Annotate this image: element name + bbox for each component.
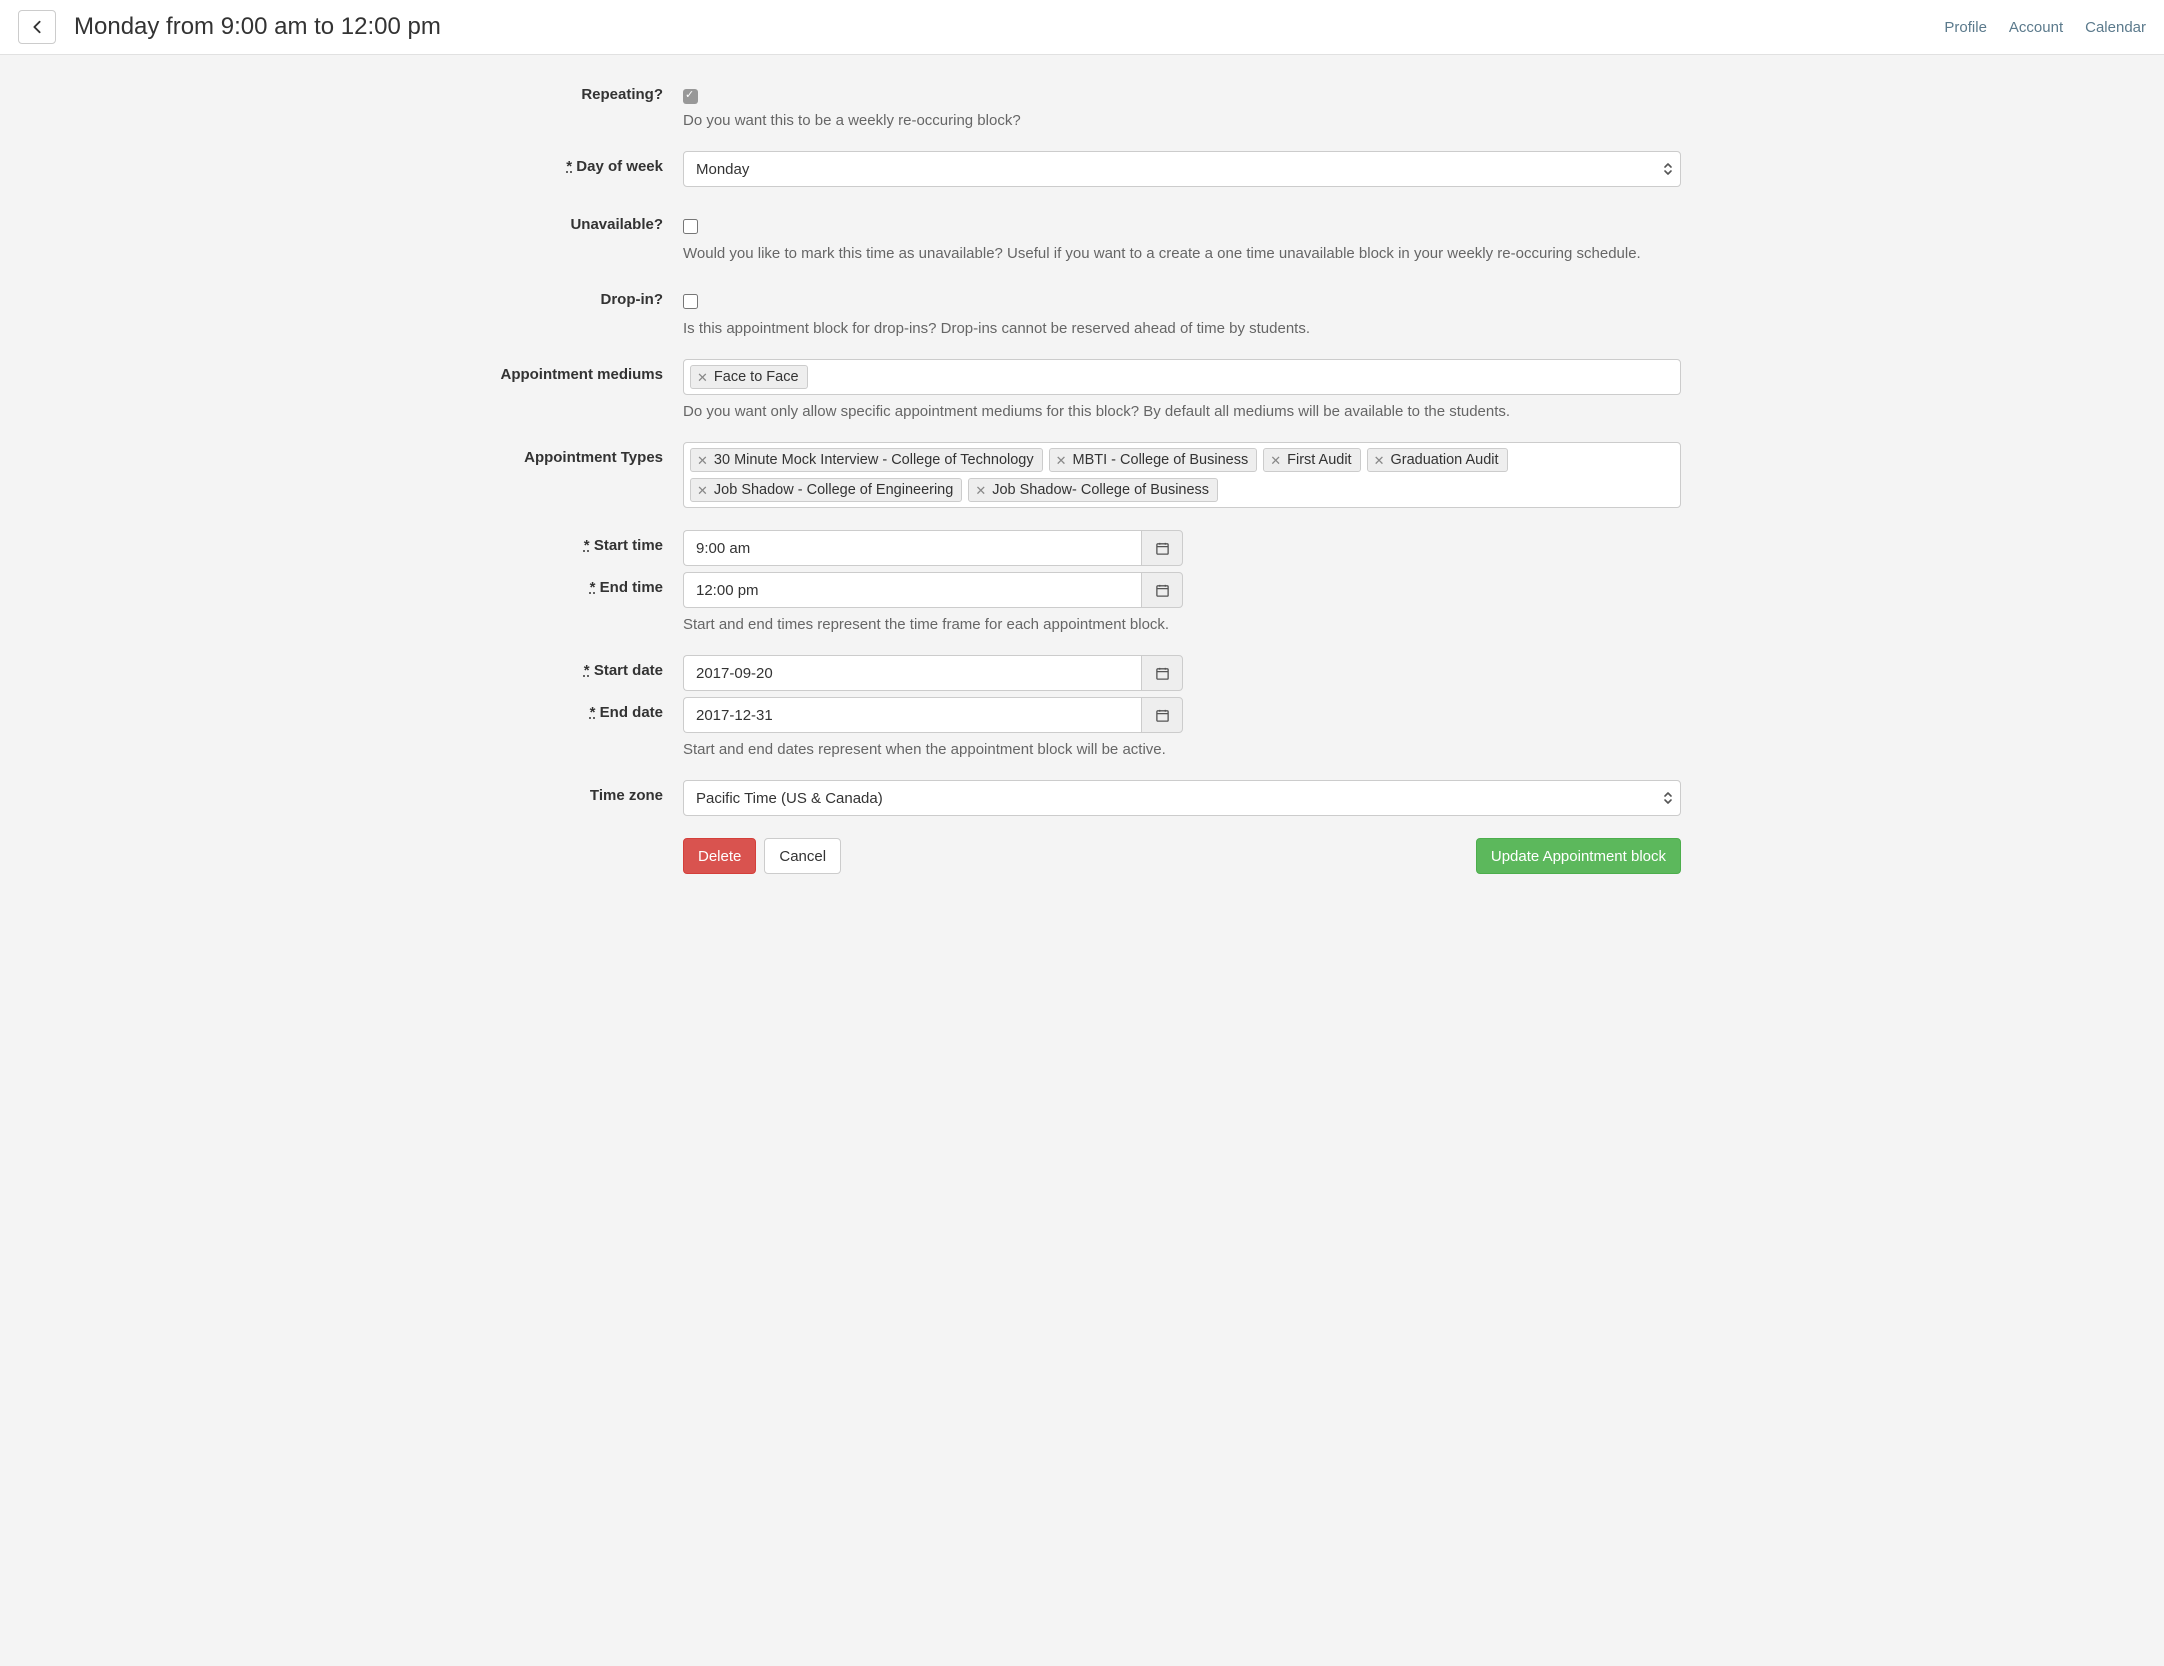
label-start-time: * Start time (483, 530, 683, 554)
tag-label: Job Shadow- College of Business (992, 482, 1209, 498)
tag-label: First Audit (1287, 452, 1351, 468)
delete-button[interactable]: Delete (683, 838, 756, 874)
help-mediums: Do you want only allow specific appointm… (683, 403, 1681, 420)
remove-tag-icon[interactable]: ✕ (975, 484, 986, 497)
tag: ✕ Graduation Audit (1367, 448, 1508, 472)
tag-label: MBTI - College of Business (1073, 452, 1249, 468)
start-time-input[interactable] (683, 530, 1141, 566)
nav-account[interactable]: Account (2009, 19, 2063, 36)
nav-calendar[interactable]: Calendar (2085, 19, 2146, 36)
unavailable-checkbox[interactable] (683, 219, 698, 234)
tag-label: Graduation Audit (1390, 452, 1498, 468)
label-unavailable: Unavailable? (483, 209, 683, 233)
form-area: Repeating? Do you want this to be a week… (467, 55, 1697, 926)
row-end-time: * End time Start and end times represent… (483, 572, 1681, 633)
tag: ✕ Job Shadow- College of Business (968, 478, 1218, 502)
help-unavailable: Would you like to mark this time as unav… (683, 245, 1681, 262)
row-start-date: * Start date (483, 655, 1681, 691)
calendar-icon (1155, 583, 1170, 598)
label-end-time: * End time (483, 572, 683, 596)
header-nav: Profile Account Calendar (1944, 19, 2146, 36)
row-types: Appointment Types ✕ 30 Minute Mock Interv… (483, 442, 1681, 508)
remove-tag-icon[interactable]: ✕ (697, 484, 708, 497)
tag-label: Job Shadow - College of Engineering (714, 482, 953, 498)
calendar-icon (1155, 708, 1170, 723)
timezone-select[interactable]: Pacific Time (US & Canada) (683, 780, 1681, 816)
header-left: Monday from 9:00 am to 12:00 pm (18, 10, 441, 44)
row-mediums: Appointment mediums ✕ Face to Face Do you… (483, 359, 1681, 420)
label-start-date: * Start date (483, 655, 683, 679)
label-dropin: Drop-in? (483, 284, 683, 308)
end-time-input[interactable] (683, 572, 1141, 608)
tag: ✕ Job Shadow - College of Engineering (690, 478, 962, 502)
page-title: Monday from 9:00 am to 12:00 pm (74, 13, 441, 41)
arrow-left-icon (30, 20, 44, 34)
help-dates: Start and end dates represent when the a… (683, 741, 1681, 758)
label-mediums: Appointment mediums (483, 359, 683, 383)
mediums-tags-input[interactable]: ✕ Face to Face (683, 359, 1681, 395)
help-dropin: Is this appointment block for drop-ins? … (683, 320, 1681, 337)
repeating-checkbox[interactable] (683, 89, 698, 104)
tag: ✕ First Audit (1263, 448, 1360, 472)
update-button[interactable]: Update Appointment block (1476, 838, 1681, 874)
remove-tag-icon[interactable]: ✕ (1270, 454, 1281, 467)
label-types: Appointment Types (483, 442, 683, 466)
back-button[interactable] (18, 10, 56, 44)
nav-profile[interactable]: Profile (1944, 19, 1987, 36)
row-actions: Delete Cancel Update Appointment block (483, 838, 1681, 874)
cancel-button[interactable]: Cancel (764, 838, 841, 874)
row-dropin: Drop-in? Is this appointment block for d… (483, 284, 1681, 337)
start-time-picker-button[interactable] (1141, 530, 1183, 566)
row-unavailable: Unavailable? Would you like to mark this… (483, 209, 1681, 262)
calendar-icon (1155, 541, 1170, 556)
calendar-icon (1155, 666, 1170, 681)
remove-tag-icon[interactable]: ✕ (1374, 454, 1385, 467)
row-day-of-week: * Day of week Monday (483, 151, 1681, 187)
row-repeating: Repeating? Do you want this to be a week… (483, 79, 1681, 129)
dropin-checkbox[interactable] (683, 294, 698, 309)
remove-tag-icon[interactable]: ✕ (1056, 454, 1067, 467)
page-header: Monday from 9:00 am to 12:00 pm Profile … (0, 0, 2164, 55)
start-date-picker-button[interactable] (1141, 655, 1183, 691)
day-of-week-select[interactable]: Monday (683, 151, 1681, 187)
tag: ✕ MBTI - College of Business (1049, 448, 1258, 472)
tag-label: Face to Face (714, 369, 799, 385)
tag: ✕ 30 Minute Mock Interview - College of T… (690, 448, 1043, 472)
help-times: Start and end times represent the time f… (683, 616, 1681, 633)
label-end-date: * End date (483, 697, 683, 721)
row-end-date: * End date Start and end dates represent… (483, 697, 1681, 758)
help-repeating: Do you want this to be a weekly re-occur… (683, 112, 1681, 129)
label-repeating: Repeating? (483, 79, 683, 103)
row-timezone: Time zone Pacific Time (US & Canada) (483, 780, 1681, 816)
start-date-input[interactable] (683, 655, 1141, 691)
end-time-picker-button[interactable] (1141, 572, 1183, 608)
row-start-time: * Start time (483, 530, 1681, 566)
tag: ✕ Face to Face (690, 365, 808, 389)
remove-tag-icon[interactable]: ✕ (697, 371, 708, 384)
label-timezone: Time zone (483, 780, 683, 804)
end-date-input[interactable] (683, 697, 1141, 733)
end-date-picker-button[interactable] (1141, 697, 1183, 733)
label-day-of-week: * Day of week (483, 151, 683, 175)
tag-label: 30 Minute Mock Interview - College of Te… (714, 452, 1034, 468)
remove-tag-icon[interactable]: ✕ (697, 454, 708, 467)
types-tags-input[interactable]: ✕ 30 Minute Mock Interview - College of T… (683, 442, 1681, 508)
